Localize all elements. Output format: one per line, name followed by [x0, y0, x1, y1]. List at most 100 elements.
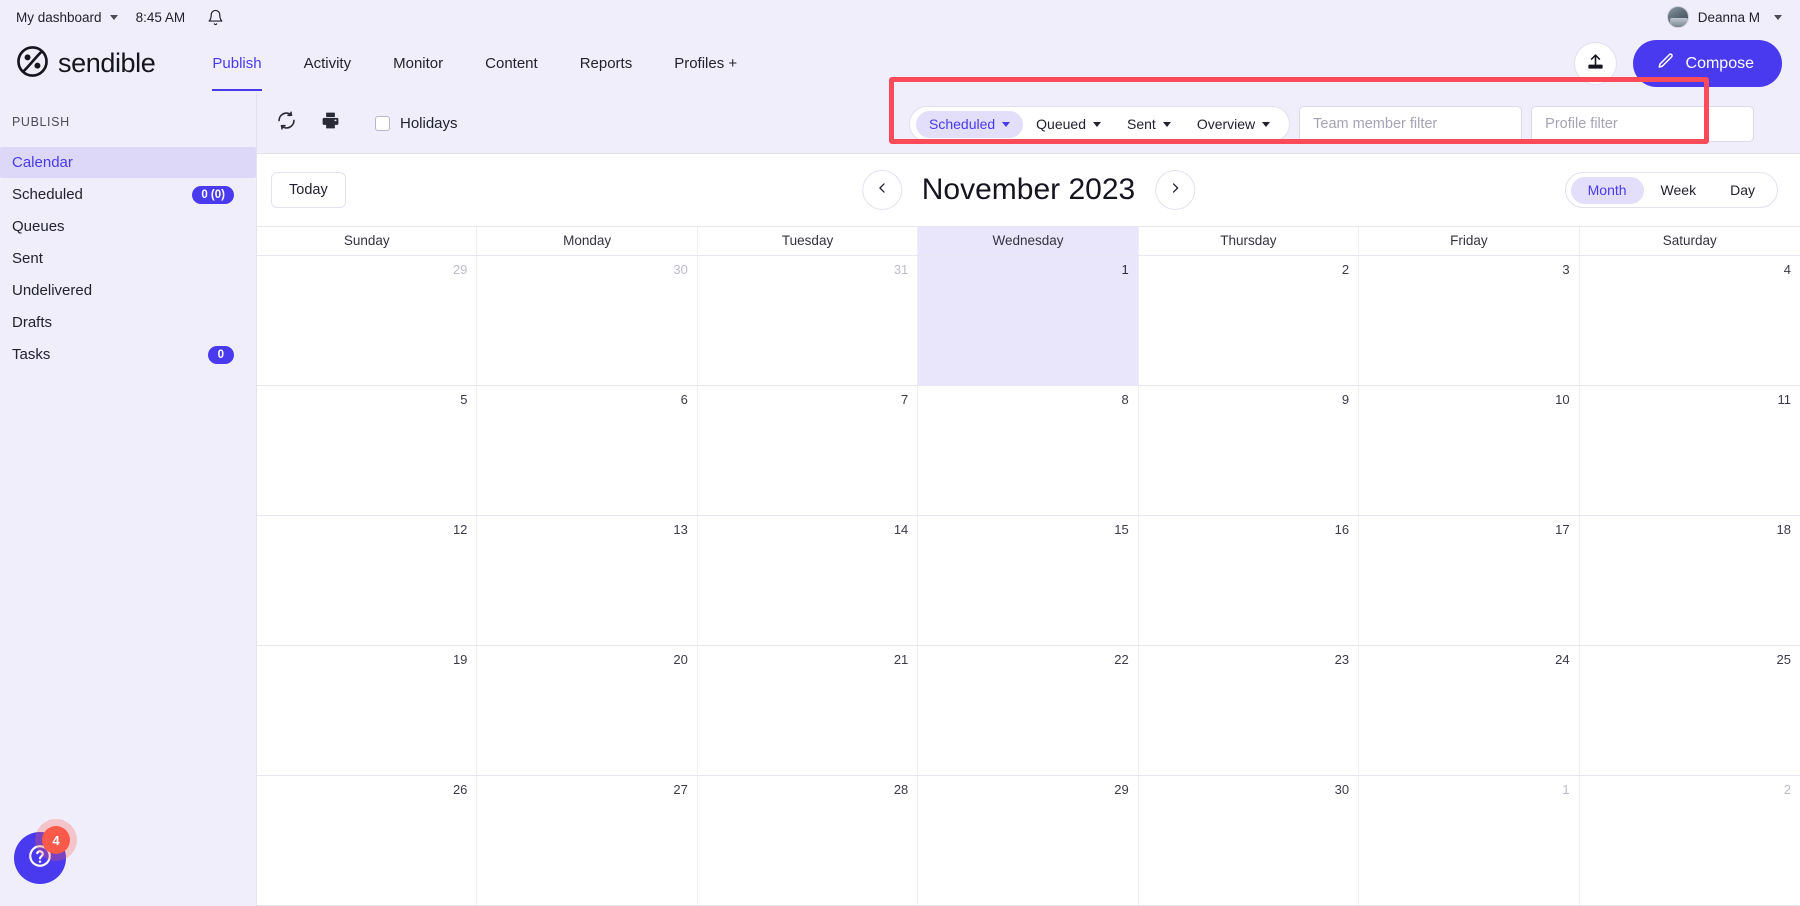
calendar-week-row: 19 20 21 22 23 24 25	[257, 646, 1800, 776]
dow-monday: Monday	[477, 227, 698, 255]
chevron-down-icon[interactable]	[1774, 14, 1782, 20]
chevron-down-icon	[1093, 121, 1101, 127]
sidebar-item-label: Sent	[12, 250, 43, 267]
nav-item-profiles[interactable]: Profiles +	[653, 36, 758, 91]
calendar-day-number: 2	[1783, 782, 1791, 797]
sidebar-item-undelivered[interactable]: Undelivered	[0, 275, 256, 306]
calendar-day-number: 14	[893, 522, 909, 537]
sidebar-item-drafts[interactable]: Drafts	[0, 307, 256, 338]
calendar-day-cell[interactable]: 16	[1139, 516, 1360, 645]
sidebar-item-tasks[interactable]: Tasks 0	[0, 339, 256, 370]
nav-item-activity[interactable]: Activity	[283, 36, 373, 91]
sidebar-item-calendar[interactable]: Calendar	[0, 147, 256, 178]
dow-saturday: Saturday	[1662, 233, 1717, 248]
dow-sunday: Sunday	[257, 227, 478, 255]
sidebar-item-queues[interactable]: Queues	[0, 211, 256, 242]
user-name[interactable]: Deanna M	[1698, 10, 1760, 25]
help-notification-badge[interactable]: 4	[42, 826, 70, 854]
calendar-day-cell[interactable]: 2	[1139, 256, 1360, 385]
calendar-day-cell[interactable]: 15	[918, 516, 1139, 645]
next-month-button[interactable]	[1155, 170, 1196, 210]
calendar-day-cell[interactable]: 6	[477, 386, 698, 515]
sidebar-item-label: Scheduled	[12, 186, 83, 203]
calendar-day-cell[interactable]: 7	[698, 386, 919, 515]
calendar-day-cell[interactable]: 21	[698, 646, 919, 775]
view-option-month[interactable]: Month	[1570, 176, 1644, 204]
calendar-day-cell[interactable]: 5	[257, 386, 478, 515]
calendar-day-cell[interactable]: 28	[698, 776, 919, 905]
calendar-day-cell[interactable]: 12	[257, 516, 478, 645]
calendar-day-number: 17	[1555, 522, 1570, 537]
calendar-day-cell[interactable]: 8	[918, 386, 1139, 515]
avatar[interactable]	[1666, 6, 1689, 28]
filter-controls: Scheduled Queued Sent Overview	[909, 106, 1755, 142]
calendar-day-cell[interactable]: 11	[1580, 386, 1800, 515]
calendar-day-cell[interactable]: 4	[1580, 256, 1800, 385]
calendar-day-number: 18	[1776, 522, 1791, 537]
sidebar-item-label: Undelivered	[12, 282, 93, 299]
calendar-day-cell[interactable]: 19	[257, 646, 478, 775]
filter-pill-queued[interactable]: Queued	[1023, 111, 1114, 138]
dow-friday: Friday	[1359, 227, 1580, 255]
calendar-day-cell[interactable]: 25	[1580, 646, 1800, 775]
calendar-day-cell[interactable]: 30	[477, 256, 698, 385]
today-button[interactable]: Today	[271, 172, 346, 208]
calendar-day-cell[interactable]: 2	[1580, 776, 1800, 905]
calendar-day-cell[interactable]: 1	[1359, 776, 1580, 905]
print-button[interactable]	[313, 106, 347, 140]
sidebar: PUBLISH Calendar Scheduled 0 (0) Queues …	[0, 93, 257, 906]
sidebar-item-scheduled[interactable]: Scheduled 0 (0)	[0, 179, 256, 210]
compose-button[interactable]: Compose	[1632, 40, 1782, 87]
brand-logo[interactable]: sendible	[16, 45, 156, 83]
calendar-day-cell[interactable]: 3	[1359, 256, 1580, 385]
sidebar-item-label: Tasks	[12, 346, 51, 363]
calendar-day-cell[interactable]: 9	[1139, 386, 1360, 515]
calendar-day-cell[interactable]: 22	[918, 646, 1139, 775]
calendar-day-number: 7	[901, 392, 909, 407]
calendar-day-cell[interactable]: 20	[477, 646, 698, 775]
pencil-icon	[1657, 52, 1675, 75]
calendar-day-cell[interactable]: 23	[1139, 646, 1360, 775]
calendar-day-cell[interactable]: 29	[918, 776, 1139, 905]
previous-month-button[interactable]	[861, 170, 902, 210]
nav-item-publish[interactable]: Publish	[191, 36, 282, 91]
calendar-day-cell[interactable]: 29	[257, 256, 478, 385]
dashboard-selector-label[interactable]: My dashboard	[16, 10, 102, 25]
print-icon	[320, 110, 341, 136]
calendar-day-number: 5	[460, 392, 468, 407]
calendar-day-cell[interactable]: 18	[1580, 516, 1800, 645]
holidays-toggle[interactable]: Holidays	[375, 115, 458, 132]
filter-pill-overview[interactable]: Overview	[1184, 111, 1283, 138]
filter-pill-scheduled[interactable]: Scheduled	[916, 110, 1024, 138]
refresh-button[interactable]	[269, 106, 303, 140]
profile-filter-input[interactable]	[1531, 106, 1755, 142]
calendar-day-cell[interactable]: 31	[698, 256, 919, 385]
nav-links: Publish Activity Monitor Content Reports…	[191, 36, 758, 91]
calendar-day-cell[interactable]: 26	[257, 776, 478, 905]
calendar-day-number: 1	[1121, 262, 1129, 277]
calendar-day-cell[interactable]: 14	[698, 516, 919, 645]
sidebar-item-sent[interactable]: Sent	[0, 243, 256, 274]
calendar-day-cell[interactable]: 13	[477, 516, 698, 645]
team-member-filter-input[interactable]	[1299, 106, 1523, 142]
bell-icon[interactable]	[207, 9, 224, 26]
holidays-checkbox[interactable]	[375, 115, 390, 131]
filter-pill-sent[interactable]: Sent	[1114, 111, 1184, 138]
status-filter-group: Scheduled Queued Sent Overview	[909, 106, 1291, 142]
calendar-day-cell[interactable]: 30	[1139, 776, 1360, 905]
calendar-day-cell[interactable]: 27	[477, 776, 698, 905]
calendar-day-cell[interactable]: 1	[918, 256, 1139, 385]
nav-item-content[interactable]: Content	[464, 36, 559, 91]
sendible-logo-icon	[16, 45, 49, 83]
nav-item-monitor[interactable]: Monitor	[372, 36, 464, 91]
calendar-day-cell[interactable]: 10	[1359, 386, 1580, 515]
nav-item-reports[interactable]: Reports	[559, 36, 654, 91]
view-option-day[interactable]: Day	[1713, 177, 1772, 204]
chevron-down-icon[interactable]	[109, 14, 118, 20]
calendar-week-row: 12 13 14 15 16 17 18	[257, 516, 1800, 646]
view-option-week[interactable]: Week	[1644, 177, 1714, 204]
calendar-day-cell[interactable]: 17	[1359, 516, 1580, 645]
calendar-day-cell[interactable]: 24	[1359, 646, 1580, 775]
sidebar-heading: PUBLISH	[12, 115, 70, 129]
upload-button[interactable]	[1573, 42, 1617, 85]
